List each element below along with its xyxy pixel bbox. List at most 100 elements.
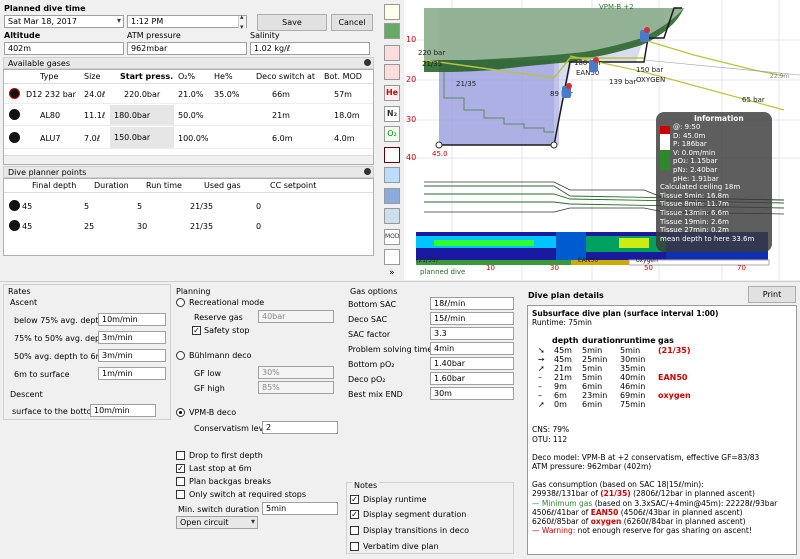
delete-point-icon[interactable] (9, 200, 20, 211)
ruler-icon[interactable] (384, 4, 400, 20)
gas-start[interactable]: 180.0bar (110, 105, 174, 125)
gf-low-field[interactable]: 30% (258, 366, 334, 379)
delete-gas-icon[interactable] (9, 132, 20, 143)
ascent-rate-field[interactable]: 3m/min (98, 331, 166, 344)
gas-start[interactable]: 220.0bar (124, 89, 160, 100)
gas-deco[interactable]: 6.0m (272, 133, 293, 144)
ascent-rate-field[interactable]: 10m/min (98, 313, 166, 326)
display-segment-checkbox[interactable]: ✓ (350, 510, 359, 519)
gas-o2[interactable]: 50.0% (178, 110, 203, 121)
min-switch-field[interactable]: 5min (262, 502, 338, 515)
problem-solving-field[interactable]: 4min (430, 342, 514, 355)
gas-size[interactable]: 24.0ℓ (84, 89, 105, 100)
bottom-sac-field[interactable]: 18ℓ/min (430, 297, 514, 310)
verbatim-checkbox[interactable] (350, 542, 359, 551)
date-picker[interactable]: Sat Mar 18, 2017 (4, 15, 124, 28)
atm-pressure-field[interactable]: 962mbar (127, 42, 247, 55)
drop-first-checkbox[interactable] (176, 451, 185, 460)
table-row[interactable]: 45 25 30 21/35 0 (4, 216, 373, 236)
layers-icon[interactable] (384, 167, 400, 183)
nitrogen-icon[interactable]: N₂ (384, 106, 400, 122)
point-duration[interactable]: 25 (84, 221, 94, 232)
add-gas-icon[interactable] (364, 59, 371, 66)
time-field[interactable]: 1:12 PM (127, 15, 247, 28)
deco-sac-field[interactable]: 15ℓ/min (430, 312, 514, 325)
point-gas[interactable]: 21/35 (190, 221, 213, 232)
vpmb-radio[interactable] (176, 408, 185, 417)
save-button[interactable]: Save (257, 14, 327, 31)
plan-details-text[interactable]: Subsurface dive plan (surface interval 1… (527, 305, 797, 555)
more-icon[interactable]: » (389, 268, 395, 278)
bottom-po2-field[interactable]: 1.40bar (430, 357, 514, 370)
only-switch-checkbox[interactable] (176, 490, 185, 499)
gas-mod[interactable]: 4.0m (334, 133, 355, 144)
point-cc[interactable]: 0 (256, 201, 261, 212)
deco-icon[interactable] (384, 249, 400, 265)
print-button[interactable]: Print (748, 286, 796, 303)
mod-icon[interactable]: MOD (384, 229, 400, 245)
table-row[interactable]: 45 5 5 21/35 0 (4, 196, 373, 216)
col-run-time: Run time (146, 181, 182, 190)
tissue-icon[interactable] (384, 188, 400, 204)
ascent-rate-field[interactable]: 3m/min (98, 349, 166, 362)
buhlmann-radio[interactable] (176, 351, 185, 360)
gas-deco[interactable]: 66m (272, 89, 290, 100)
available-gases-title: Available gases (8, 59, 70, 68)
recreational-radio[interactable] (176, 298, 185, 307)
point-cc[interactable]: 0 (256, 221, 261, 232)
gas-type[interactable]: AL80 (40, 110, 60, 121)
delete-gas-icon[interactable] (9, 109, 20, 120)
sac-factor-field[interactable]: 3.3 (430, 327, 514, 340)
descent-rate-field[interactable]: 10m/min (90, 404, 156, 417)
display-transitions-checkbox[interactable] (350, 526, 359, 535)
point-runtime[interactable]: 30 (137, 221, 147, 232)
point-depth[interactable]: 45 (22, 201, 32, 212)
circuit-select[interactable]: Open circuit (176, 516, 258, 529)
deco-po2-field[interactable]: 1.60bar (430, 372, 514, 385)
safety-stop-checkbox[interactable]: ✓ (192, 326, 201, 335)
delete-point-icon[interactable] (9, 220, 20, 231)
table-row[interactable]: AL80 11.1ℓ 180.0bar 50.0% 21m 18.0m (4, 105, 373, 126)
gas-o2[interactable]: 100.0% (178, 133, 209, 144)
helium-icon[interactable]: He (384, 85, 400, 101)
gas-start[interactable]: 150.0bar (110, 127, 174, 148)
gas-deco[interactable]: 21m (272, 110, 290, 121)
ceiling-icon[interactable] (384, 147, 400, 163)
drop-first-label: Drop to first depth (189, 451, 263, 460)
percentage-icon[interactable] (384, 64, 400, 80)
add-point-icon[interactable] (364, 168, 371, 175)
gas-mod[interactable]: 57m (334, 89, 352, 100)
point-duration[interactable]: 5 (84, 201, 89, 212)
reserve-gas-field[interactable]: 40bar (258, 310, 334, 323)
gas-type[interactable]: ALU7 (40, 133, 60, 144)
backgas-checkbox[interactable] (176, 477, 185, 486)
gas-type[interactable]: D12 232 bar (26, 89, 76, 100)
point-runtime[interactable]: 5 (137, 201, 142, 212)
gf-high-field[interactable]: 85% (258, 381, 334, 394)
display-runtime-checkbox[interactable]: ✓ (350, 495, 359, 504)
oxygen-icon[interactable]: O₂ (384, 126, 400, 142)
gas-size[interactable]: 7.0ℓ (84, 133, 100, 144)
horizontal-scrollbar[interactable] (4, 155, 373, 164)
delete-gas-icon[interactable] (9, 88, 20, 99)
gas-o2[interactable]: 21.0% (178, 89, 203, 100)
gear-icon[interactable] (384, 45, 400, 61)
table-row[interactable]: D12 232 bar 24.0ℓ 220.0bar 21.0% 35.0% 6… (4, 85, 373, 104)
best-mix-end-field[interactable]: 30m (430, 387, 514, 400)
gas-options-title: Gas options (350, 287, 398, 296)
point-depth[interactable]: 45 (22, 221, 32, 232)
gas-he[interactable]: 35.0% (214, 89, 239, 100)
gas-size[interactable]: 11.1ℓ (84, 110, 105, 121)
gas-mod[interactable]: 18.0m (334, 110, 360, 121)
altitude-field[interactable]: 402m (4, 42, 124, 55)
calculator-icon[interactable] (384, 23, 400, 39)
chart-icon[interactable] (384, 208, 400, 224)
conservatism-field[interactable]: 2 (262, 421, 338, 434)
time-spinner[interactable] (238, 13, 246, 31)
point-gas[interactable]: 21/35 (190, 201, 213, 212)
salinity-field[interactable]: 1.02 kg/ℓ (250, 42, 370, 55)
last-stop-checkbox[interactable]: ✓ (176, 464, 185, 473)
cancel-button[interactable]: Cancel (331, 14, 373, 31)
table-row[interactable]: ALU7 7.0ℓ 150.0bar 100.0% 6.0m 4.0m (4, 127, 373, 149)
ascent-rate-field[interactable]: 1m/min (98, 367, 166, 380)
